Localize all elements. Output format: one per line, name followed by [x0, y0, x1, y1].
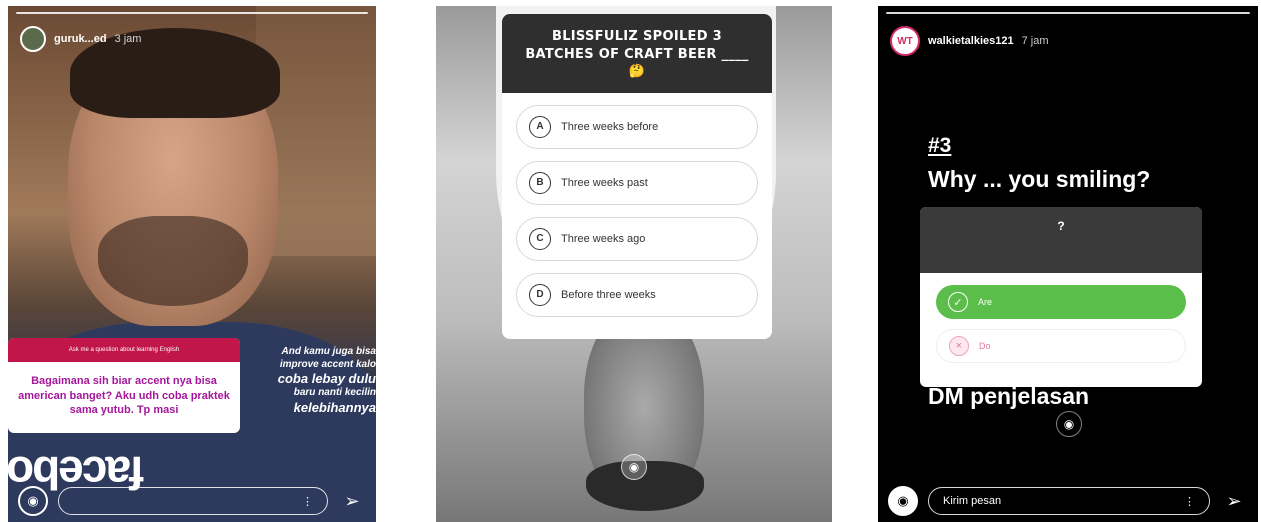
- check-icon: ✓: [948, 292, 968, 312]
- question-number: #3: [928, 134, 952, 157]
- option-text: Before three weeks: [561, 288, 656, 301]
- question-text: Why ... you smiling?: [928, 166, 1151, 192]
- message-input[interactable]: ⋮: [58, 487, 328, 515]
- caption-line-4: kelebihannya: [293, 399, 376, 415]
- eye-icon[interactable]: ◉: [1056, 411, 1082, 437]
- story-progress-bar: [16, 12, 368, 14]
- story-panel-2: BLISSFULIZ SPOILED 3 BATCHES OF CRAFT BE…: [436, 6, 832, 522]
- poll-option-wrong[interactable]: × Do: [936, 329, 1186, 363]
- caption-line-3: baru nanti kecilin: [293, 387, 376, 399]
- quiz-option-a[interactable]: A Three weeks before: [516, 104, 758, 149]
- option-letter: B: [529, 171, 551, 194]
- quiz-option-d[interactable]: D Before three weeks: [516, 272, 758, 317]
- username[interactable]: walkietalkies121: [928, 35, 1014, 47]
- quiz-options: A Three weeks before B Three weeks past …: [502, 93, 772, 339]
- caption-line-1: And kamu juga bisa improve accent kalo: [279, 346, 376, 370]
- question-sticker-header: Ask me a question about learning English: [8, 338, 240, 363]
- poll-title: ?: [920, 207, 1202, 273]
- username[interactable]: guruk...ed: [54, 33, 107, 45]
- quiz-option-b[interactable]: B Three weeks past: [516, 160, 758, 205]
- send-icon[interactable]: ➢: [338, 491, 366, 512]
- caption-text: And kamu juga bisa improve accent kalo c…: [248, 346, 376, 416]
- poll-option-label: Do: [979, 341, 991, 351]
- option-text: Three weeks ago: [561, 232, 646, 245]
- quiz-title: BLISSFULIZ SPOILED 3 BATCHES OF CRAFT BE…: [502, 14, 772, 93]
- poll-option-label: Are: [978, 297, 993, 307]
- avatar[interactable]: [20, 26, 46, 52]
- message-input[interactable]: Kirim pesan ⋮: [928, 487, 1210, 515]
- question-sticker-answer: Bagaimana sih biar accent nya bisa ameri…: [18, 375, 230, 416]
- option-letter: A: [529, 115, 551, 138]
- send-icon[interactable]: ➢: [1220, 491, 1248, 512]
- camera-icon[interactable]: ◉: [18, 486, 48, 516]
- option-letter: D: [529, 283, 551, 306]
- caption-line-2: coba lebay dulu: [277, 371, 376, 386]
- reply-bar: ◉ ⋮ ➢: [18, 486, 366, 516]
- story-header: guruk...ed 3 jam: [20, 26, 141, 52]
- eye-icon[interactable]: ◉: [621, 454, 647, 480]
- story-progress-bar: [886, 12, 1250, 14]
- message-placeholder: Kirim pesan: [943, 495, 1002, 507]
- more-options-icon[interactable]: ⋮: [302, 495, 313, 508]
- poll-option-correct[interactable]: ✓ Are: [936, 285, 1186, 319]
- option-text: Three weeks past: [561, 176, 648, 189]
- cross-icon: ×: [949, 336, 969, 356]
- story-panel-1: guruk...ed 3 jam Ask me a question about…: [8, 6, 376, 522]
- option-letter: C: [529, 227, 551, 250]
- person-beard: [98, 216, 248, 306]
- avatar[interactable]: WT: [890, 26, 920, 56]
- story-header: WT walkietalkies121 7 jam: [890, 26, 1049, 56]
- quiz-sticker: BLISSFULIZ SPOILED 3 BATCHES OF CRAFT BE…: [502, 14, 772, 339]
- timestamp: 3 jam: [114, 33, 142, 45]
- camera-icon[interactable]: ◉: [888, 486, 918, 516]
- quiz-option-c[interactable]: C Three weeks ago: [516, 216, 758, 261]
- poll-options: ✓ Are × Do: [920, 273, 1202, 387]
- question-sticker: Ask me a question about learning English…: [8, 338, 240, 434]
- reply-bar: ◉ Kirim pesan ⋮ ➢: [888, 486, 1248, 516]
- story-panel-3: WT walkietalkies121 7 jam #3 Why ... you…: [878, 6, 1258, 522]
- option-text: Three weeks before: [561, 120, 659, 133]
- more-options-icon[interactable]: ⋮: [1184, 495, 1195, 508]
- timestamp: 7 jam: [1021, 35, 1049, 47]
- poll-sticker: ? ✓ Are × Do: [920, 207, 1202, 387]
- dm-caption: DM penjelasan: [928, 383, 1090, 409]
